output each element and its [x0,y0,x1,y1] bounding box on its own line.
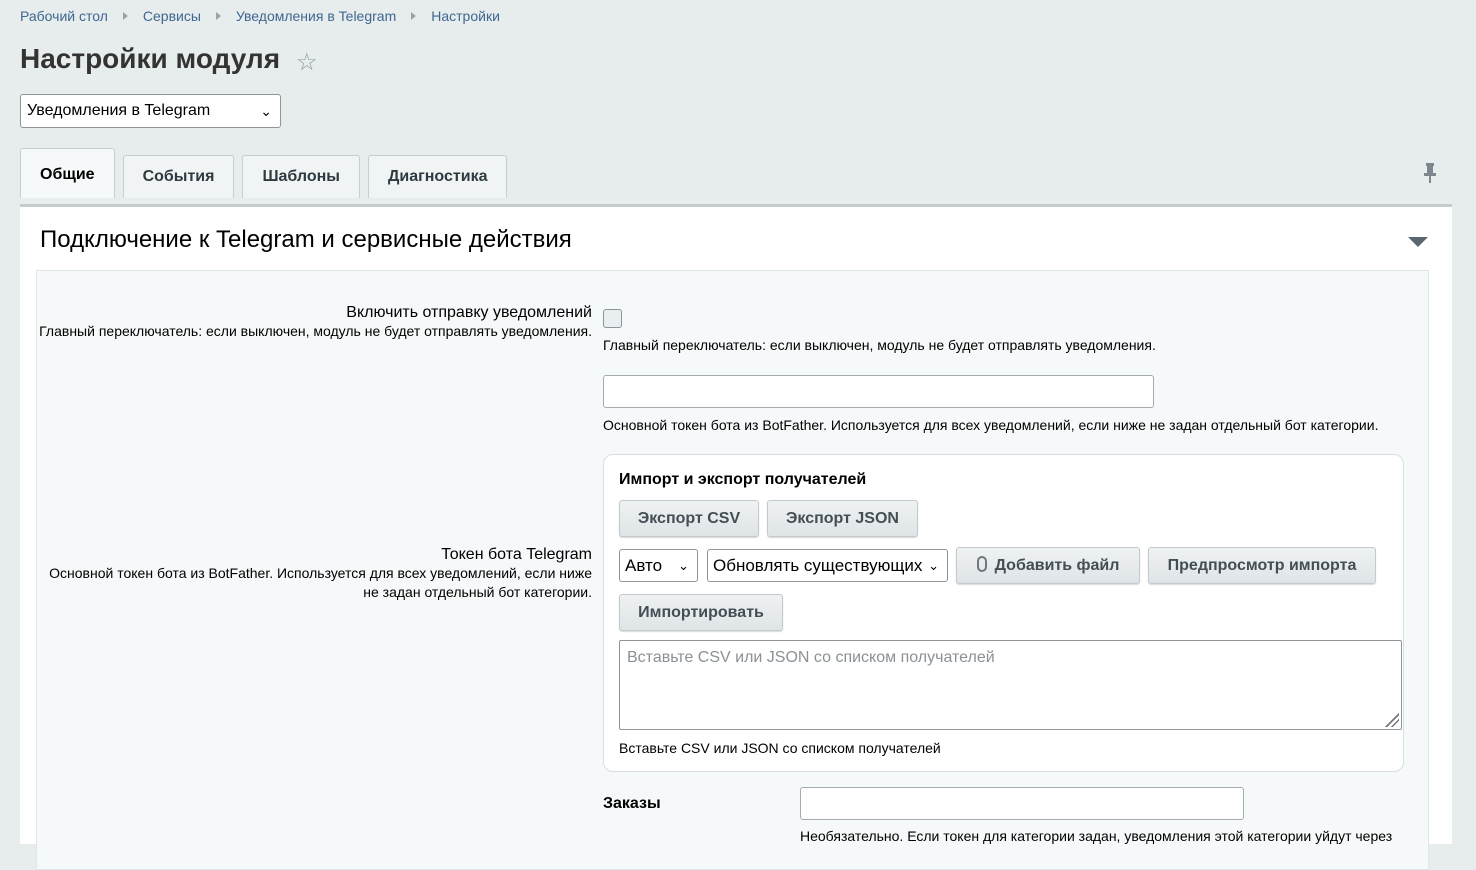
enable-checkbox[interactable] [603,309,622,328]
breadcrumb-link-settings[interactable]: Настройки [431,8,500,24]
format-select-value: Авто [625,556,663,575]
export-json-button[interactable]: Экспорт JSON [767,500,918,537]
tab-diagnostics[interactable]: Диагностика [367,155,508,198]
chevron-down-icon: ⌄ [260,103,272,119]
pin-icon[interactable] [1423,163,1437,183]
token-input[interactable] [603,375,1154,408]
section-title: Подключение к Telegram и сервисные дейст… [40,226,572,253]
format-select[interactable]: Авто ⌄ [619,549,698,582]
chevron-right-icon [215,12,221,20]
mode-select[interactable]: Обновлять существующих ⌄ [707,549,948,582]
breadcrumb: Рабочий стол Сервисы Уведомления в Teleg… [20,8,500,24]
recipients-textarea-placeholder: Вставьте CSV или JSON со списком получат… [627,649,995,666]
add-file-button[interactable]: Добавить файл [956,547,1140,584]
token-hint-right: Основной токен бота из BotFather. Исполь… [603,417,1379,433]
enable-label: Включить отправку уведомлений [346,304,592,321]
enable-hint-right: Главный переключатель: если выключен, мо… [603,337,1156,353]
section-body: Включить отправку уведомлений Главный пе… [36,270,1429,870]
chevron-right-icon [411,12,417,20]
breadcrumb-link-desktop[interactable]: Рабочий стол [20,8,108,24]
token-hint-left: Основной токен бота из BotFather. Исполь… [49,565,592,600]
enable-label-block: Включить отправку уведомлений Главный пе… [32,304,592,341]
import-button[interactable]: Импортировать [619,594,783,631]
tab-bar: Общие События Шаблоны Диагностика [20,148,515,198]
star-icon[interactable]: ☆ [296,48,318,77]
tab-general[interactable]: Общие [20,148,115,198]
breadcrumb-link-telegram[interactable]: Уведомления в Telegram [236,8,396,24]
tab-templates[interactable]: Шаблоны [242,155,360,198]
page-title: Настройки модуля [20,43,281,74]
orders-label: Заказы [603,795,661,812]
export-csv-button[interactable]: Экспорт CSV [619,500,759,537]
breadcrumb-link-services[interactable]: Сервисы [143,8,201,24]
mode-select-value: Обновлять существующих [713,556,923,575]
import-export-box: Импорт и экспорт получателей Экспорт CSV… [603,454,1404,772]
collapse-triangle-icon[interactable] [1408,237,1428,247]
orders-token-input[interactable] [800,787,1244,820]
chevron-down-icon: ⌄ [678,558,689,573]
module-select-value: Уведомления в Telegram [27,102,211,119]
preview-import-button[interactable]: Предпросмотр импорта [1148,547,1376,584]
orders-hint: Необязательно. Если токен для категории … [800,828,1393,844]
enable-hint-left: Главный переключатель: если выключен, мо… [39,323,592,339]
settings-panel: Подключение к Telegram и сервисные дейст… [20,204,1452,870]
chevron-down-icon: ⌄ [928,558,939,573]
import-title: Импорт и экспорт получателей [619,471,867,488]
add-file-label: Добавить файл [994,557,1120,574]
token-label-block: Токен бота Telegram Основной токен бота … [32,546,592,602]
recipients-textarea[interactable]: Вставьте CSV или JSON со списком получат… [619,640,1402,730]
paperclip-icon [976,556,987,572]
module-select[interactable]: Уведомления в Telegram ⌄ [20,94,281,128]
token-label: Токен бота Telegram [441,546,592,563]
textarea-hint: Вставьте CSV или JSON со списком получат… [619,740,941,756]
resize-handle-icon[interactable] [1385,713,1399,727]
tab-events[interactable]: События [122,155,235,198]
chevron-right-icon [122,12,128,20]
